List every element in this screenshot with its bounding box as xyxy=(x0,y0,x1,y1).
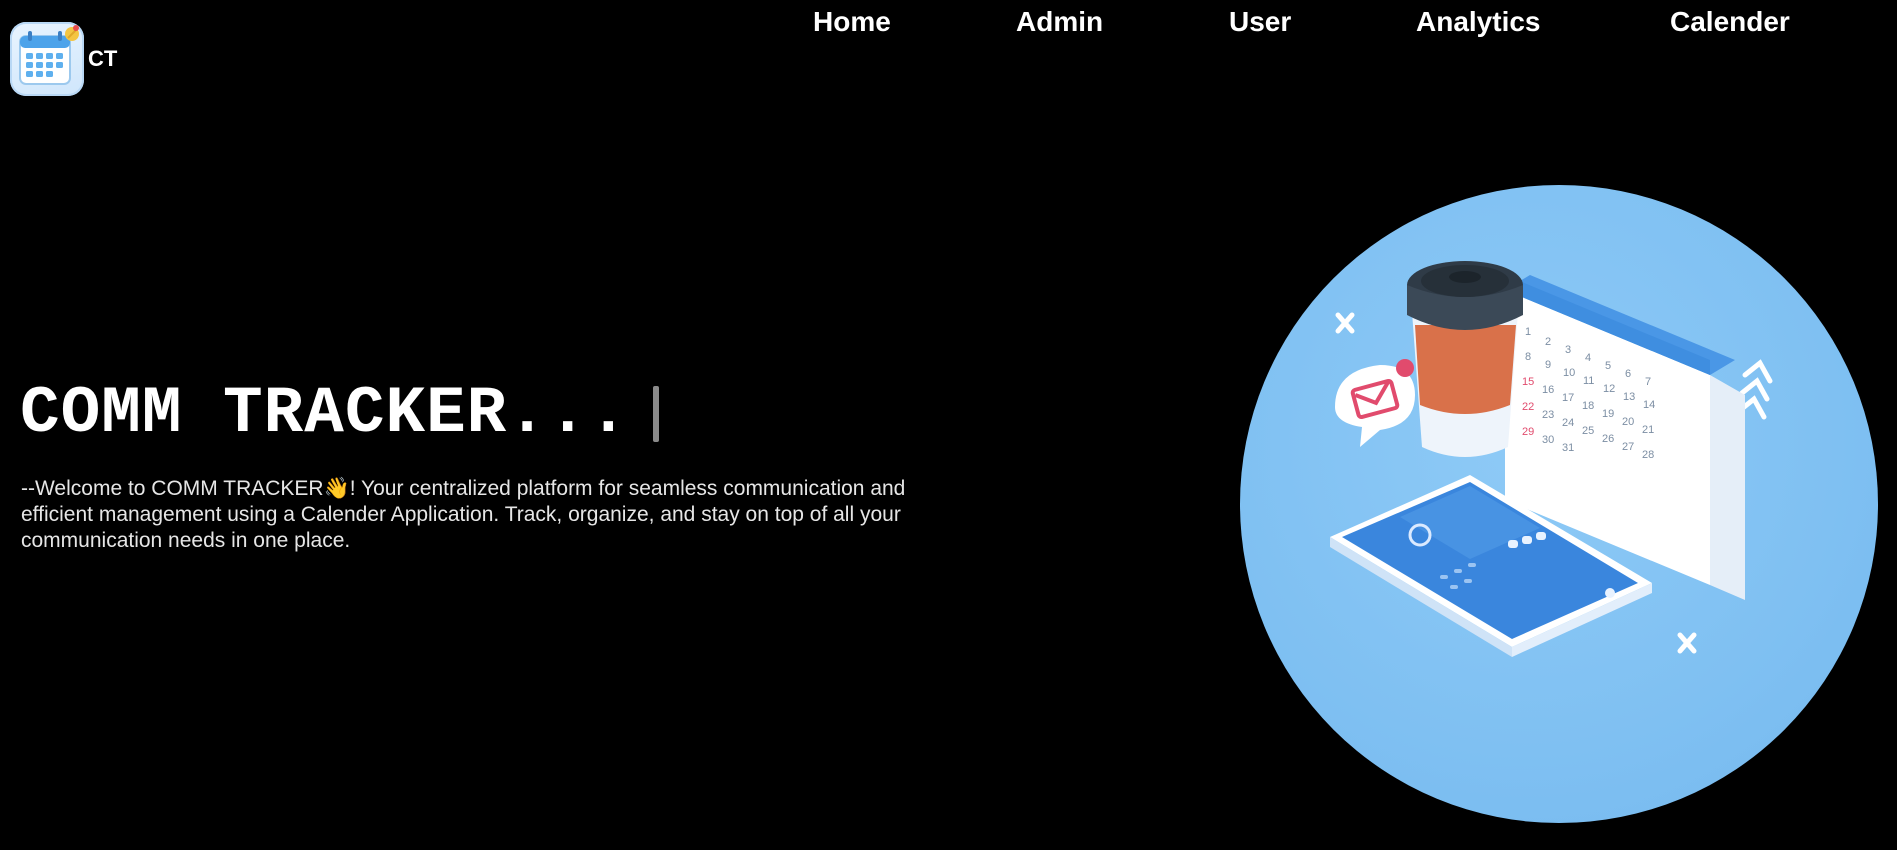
svg-text:1: 1 xyxy=(1525,326,1531,338)
svg-text:5: 5 xyxy=(1605,360,1611,372)
coffee-cup-icon xyxy=(1407,261,1523,457)
hero-description: --Welcome to COMM TRACKER👋! Your central… xyxy=(21,476,981,554)
svg-text:25: 25 xyxy=(1582,425,1594,437)
svg-text:15: 15 xyxy=(1522,376,1534,388)
svg-text:16: 16 xyxy=(1542,384,1554,396)
svg-text:14: 14 xyxy=(1643,399,1655,411)
hero-title: COMM TRACKER... xyxy=(20,376,660,451)
svg-text:6: 6 xyxy=(1625,368,1631,380)
svg-text:3: 3 xyxy=(1565,344,1571,356)
svg-text:31: 31 xyxy=(1562,442,1574,454)
svg-text:30: 30 xyxy=(1542,434,1554,446)
brand-logo-text: CT xyxy=(88,46,118,71)
svg-text:28: 28 xyxy=(1642,449,1654,461)
svg-text:2: 2 xyxy=(1545,336,1551,348)
svg-text:17: 17 xyxy=(1562,392,1574,404)
nav-link-home[interactable]: Home xyxy=(813,6,891,38)
nav-link-calender[interactable]: Calender xyxy=(1670,6,1790,38)
nav-link-admin[interactable]: Admin xyxy=(1016,6,1103,38)
svg-text:21: 21 xyxy=(1642,424,1654,436)
svg-text:7: 7 xyxy=(1645,376,1651,388)
svg-text:19: 19 xyxy=(1602,408,1614,420)
svg-text:18: 18 xyxy=(1582,400,1594,412)
hero-illustration: 1234567 8 9 10 11 12 13 14 15 16 17 18 19 20 21 22 23… xyxy=(1240,185,1878,823)
svg-text:4: 4 xyxy=(1585,352,1591,364)
typing-cursor xyxy=(653,385,660,442)
svg-text:10: 10 xyxy=(1563,367,1575,379)
svg-text:12: 12 xyxy=(1603,383,1615,395)
svg-text:24: 24 xyxy=(1562,417,1574,429)
hero-intro-prefix: --Welcome to COMM TRACKER xyxy=(21,477,324,500)
nav-link-user[interactable]: User xyxy=(1229,6,1291,38)
waving-hand-icon: 👋 xyxy=(323,477,350,500)
nav-link-analytics[interactable]: Analytics xyxy=(1416,6,1541,38)
svg-text:29: 29 xyxy=(1522,426,1534,438)
hero-title-text: COMM TRACKER... xyxy=(20,376,630,451)
svg-text:13: 13 xyxy=(1623,391,1635,403)
top-nav: Home Admin User Analytics Calender xyxy=(0,0,1897,46)
svg-text:20: 20 xyxy=(1622,416,1634,428)
svg-text:8: 8 xyxy=(1525,351,1531,363)
svg-text:11: 11 xyxy=(1583,375,1594,387)
svg-text:9: 9 xyxy=(1545,359,1551,371)
svg-text:22: 22 xyxy=(1522,401,1534,413)
page: CT Home Admin User Analytics Calender CO… xyxy=(0,0,1897,850)
mail-bubble-icon xyxy=(1335,359,1415,447)
svg-text:23: 23 xyxy=(1542,409,1554,421)
svg-text:27: 27 xyxy=(1622,441,1634,453)
svg-text:26: 26 xyxy=(1602,433,1614,445)
